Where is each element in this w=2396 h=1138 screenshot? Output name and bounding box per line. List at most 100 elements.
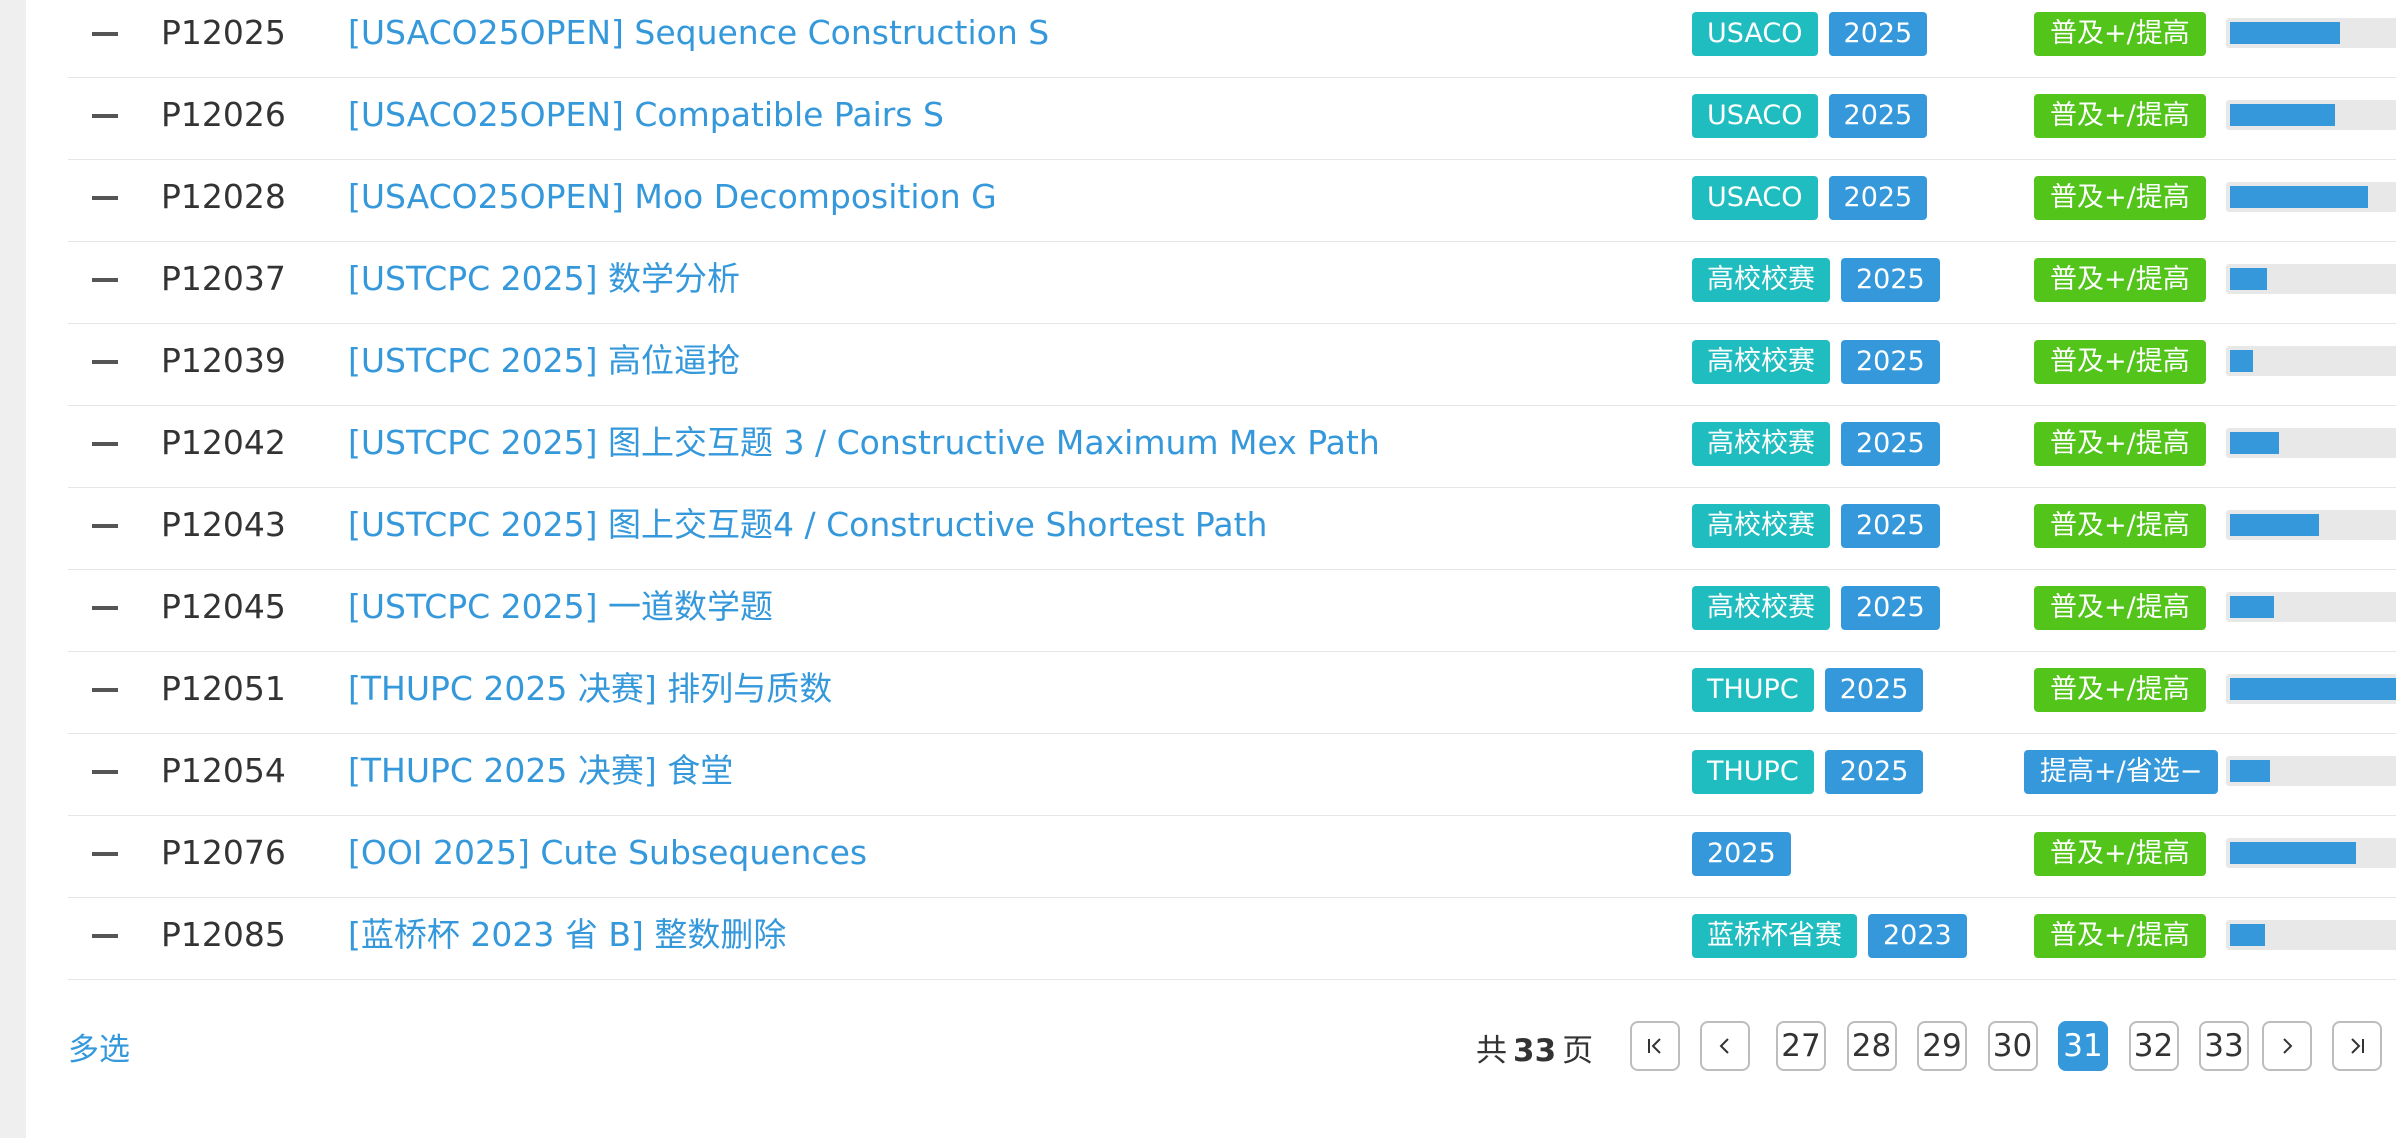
source-tag[interactable]: USACO xyxy=(1692,176,1818,220)
pass-rate-fill xyxy=(2230,678,2396,700)
source-tag[interactable]: 高校校赛 xyxy=(1692,258,1830,302)
year-tag[interactable]: 2025 xyxy=(1841,258,1940,302)
problem-id: P12085 xyxy=(161,915,286,954)
prev-page-button[interactable] xyxy=(1700,1021,1750,1071)
table-row: P12025 [USACO25OPEN] Sequence Constructio… xyxy=(68,0,2396,78)
problem-id: P12026 xyxy=(161,95,286,134)
status-dash-icon xyxy=(92,606,118,610)
difficulty-badge[interactable]: 普及+/提高 xyxy=(2034,504,2206,548)
page-button[interactable]: 30 xyxy=(1987,1021,2038,1071)
problem-title-link[interactable]: [USTCPC 2025] 一道数学题 xyxy=(348,570,773,652)
difficulty-badge[interactable]: 普及+/提高 xyxy=(2034,340,2206,384)
pass-rate-fill xyxy=(2230,924,2265,946)
year-tag[interactable]: 2025 xyxy=(1828,176,1928,220)
problem-title-link[interactable]: [THUPC 2025 决赛] 食堂 xyxy=(348,734,733,816)
first-page-button[interactable] xyxy=(1630,1021,1680,1071)
problem-title-link[interactable]: [USTCPC 2025] 高位逼抢 xyxy=(348,324,740,406)
year-tag[interactable]: 2025 xyxy=(1828,12,1928,56)
status-dash-icon xyxy=(92,196,118,200)
pass-rate-fill xyxy=(2230,350,2253,372)
page-button[interactable]: 27 xyxy=(1776,1021,1826,1071)
problem-tags: USACO 2025 xyxy=(1692,94,1928,138)
difficulty-badge[interactable]: 普及+/提高 xyxy=(2034,258,2206,302)
source-tag[interactable]: 高校校赛 xyxy=(1692,422,1830,466)
status-dash-icon xyxy=(92,114,118,118)
source-tag[interactable]: 高校校赛 xyxy=(1692,504,1830,548)
difficulty-badge[interactable]: 提高+/省选− xyxy=(2024,750,2219,794)
last-page-button[interactable] xyxy=(2332,1021,2382,1071)
difficulty-badge[interactable]: 普及+/提高 xyxy=(2034,12,2206,56)
year-tag[interactable]: 2025 xyxy=(1828,94,1928,138)
pass-rate-fill xyxy=(2230,842,2356,864)
difficulty-badge[interactable]: 普及+/提高 xyxy=(2034,422,2206,466)
problem-tags: USACO 2025 xyxy=(1692,176,1928,220)
page-button[interactable]: 31 xyxy=(2058,1021,2108,1071)
problem-id: P12076 xyxy=(161,833,286,872)
total-suffix: 页 xyxy=(1562,1033,1594,1069)
year-tag[interactable]: 2025 xyxy=(1841,422,1940,466)
problem-id: P12045 xyxy=(161,587,286,626)
pass-rate-fill xyxy=(2230,22,2340,44)
difficulty-badge[interactable]: 普及+/提高 xyxy=(2034,832,2206,876)
problem-id: P12025 xyxy=(161,13,286,52)
difficulty-badge[interactable]: 普及+/提高 xyxy=(2034,586,2206,630)
status-dash-icon xyxy=(92,442,118,446)
source-tag[interactable]: 高校校赛 xyxy=(1692,586,1830,630)
problem-tags: 高校校赛 2025 xyxy=(1692,586,1940,630)
difficulty-badge[interactable]: 普及+/提高 xyxy=(2034,914,2206,958)
next-page-button[interactable] xyxy=(2262,1021,2312,1071)
status-dash-icon xyxy=(92,360,118,364)
pass-rate-bar xyxy=(2226,346,2396,376)
year-tag[interactable]: 2023 xyxy=(1868,914,1967,958)
pass-rate-bar xyxy=(2226,838,2396,868)
difficulty-badge[interactable]: 普及+/提高 xyxy=(2034,668,2206,712)
pass-rate-fill xyxy=(2230,186,2368,208)
year-tag[interactable]: 2025 xyxy=(1824,750,1924,794)
total-prefix: 共 xyxy=(1476,1033,1507,1069)
pass-rate-fill xyxy=(2230,104,2335,126)
difficulty-badge[interactable]: 普及+/提高 xyxy=(2034,176,2206,220)
problem-title-link[interactable]: [USACO25OPEN] Moo Decomposition G xyxy=(348,160,997,242)
problem-tags: USACO 2025 xyxy=(1692,12,1928,56)
year-tag[interactable]: 2025 xyxy=(1841,504,1940,548)
source-tag[interactable]: 蓝桥杯省赛 xyxy=(1692,914,1857,958)
pass-rate-bar xyxy=(2226,100,2396,130)
source-tag[interactable]: THUPC xyxy=(1692,668,1814,712)
table-row: P12039 [USTCPC 2025] 高位逼抢 高校校赛 2025 普及+/提高 xyxy=(68,324,2396,406)
status-dash-icon xyxy=(92,770,118,774)
chevron-left-icon xyxy=(1719,1038,1729,1054)
difficulty-badge[interactable]: 普及+/提高 xyxy=(2034,94,2206,138)
problem-title-link[interactable]: [USTCPC 2025] 图上交互题 3 / Constructive Max… xyxy=(348,406,1380,488)
problem-title-link[interactable]: [USTCPC 2025] 数学分析 xyxy=(348,242,740,324)
table-row: P12085 [蓝桥杯 2023 省 B] 整数删除 蓝桥杯省赛 2023 普及+/提高 xyxy=(68,898,2396,980)
pass-rate-fill xyxy=(2230,514,2319,536)
source-tag[interactable]: USACO xyxy=(1692,94,1818,138)
chevron-right-icon xyxy=(2283,1038,2293,1054)
page-button[interactable]: 33 xyxy=(2199,1021,2249,1071)
problem-id: P12042 xyxy=(161,423,286,462)
problem-tags: 高校校赛 2025 xyxy=(1692,340,1940,384)
problem-id: P12051 xyxy=(161,669,286,708)
source-tag[interactable]: USACO xyxy=(1692,12,1818,56)
problem-title-link[interactable]: [THUPC 2025 决赛] 排列与质数 xyxy=(348,652,832,734)
problem-title-link[interactable]: [USACO25OPEN] Compatible Pairs S xyxy=(348,78,944,160)
year-tag[interactable]: 2025 xyxy=(1841,586,1940,630)
problem-tags: 2025 xyxy=(1692,832,1791,876)
problem-title-link[interactable]: [USTCPC 2025] 图上交互题4 / Constructive Shor… xyxy=(348,488,1267,570)
year-tag[interactable]: 2025 xyxy=(1841,340,1940,384)
page-button[interactable]: 28 xyxy=(1846,1021,1897,1071)
problem-tags: 高校校赛 2025 xyxy=(1692,422,1940,466)
page-button[interactable]: 32 xyxy=(2128,1021,2179,1071)
source-tag[interactable]: THUPC xyxy=(1692,750,1814,794)
problem-title-link[interactable]: [蓝桥杯 2023 省 B] 整数删除 xyxy=(348,898,786,980)
problem-id: P12028 xyxy=(161,177,286,216)
problem-title-link[interactable]: [OOI 2025] Cute Subsequences xyxy=(348,816,867,898)
source-tag[interactable]: 高校校赛 xyxy=(1692,340,1830,384)
year-tag[interactable]: 2025 xyxy=(1692,832,1791,876)
problem-title-link[interactable]: [USACO25OPEN] Sequence Construction S xyxy=(348,0,1049,78)
multi-select-link[interactable]: 多选 xyxy=(68,1024,130,1069)
status-dash-icon xyxy=(92,934,118,938)
page-button[interactable]: 29 xyxy=(1917,1021,1967,1071)
year-tag[interactable]: 2025 xyxy=(1824,668,1924,712)
pass-rate-bar xyxy=(2226,264,2396,294)
